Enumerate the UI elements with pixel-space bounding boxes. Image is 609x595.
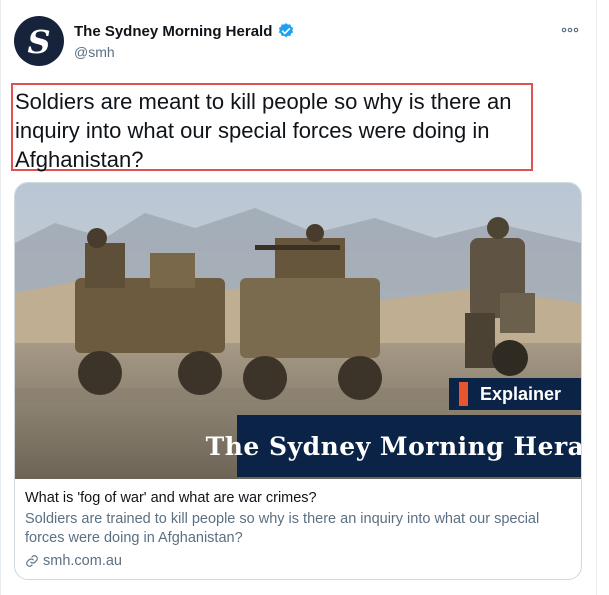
- tweet-author[interactable]: The Sydney Morning Herald @smh: [74, 22, 295, 60]
- card-description: Soldiers are trained to kill people so w…: [25, 511, 540, 546]
- avatar-logo: S: [27, 23, 51, 61]
- card-link[interactable]: smh.com.au: [25, 553, 573, 569]
- brand-banner-text: The Sydney Morning Herald: [205, 431, 582, 461]
- explainer-accent-bar: [459, 382, 468, 406]
- card-domain[interactable]: smh.com.au: [43, 553, 122, 569]
- verified-badge-icon: [279, 23, 294, 38]
- user-handle[interactable]: @smh: [74, 44, 295, 60]
- more-options-icon[interactable]: [561, 24, 579, 36]
- explainer-label: Explainer: [480, 383, 562, 404]
- link-card[interactable]: Explainer The Sydney Morning Herald What…: [14, 182, 582, 580]
- card-title: What is 'fog of war' and what are war cr…: [25, 490, 317, 506]
- tweet-text: Soldiers are meant to kill people so why…: [15, 89, 512, 172]
- display-name[interactable]: The Sydney Morning Herald: [74, 23, 272, 40]
- brand-banner: The Sydney Morning Herald: [206, 415, 581, 477]
- link-icon: [26, 555, 38, 567]
- card-body: What is 'fog of war' and what are war cr…: [25, 489, 573, 569]
- timeline-border-left: [0, 0, 1, 595]
- timeline-border-right: [596, 0, 597, 595]
- avatar[interactable]: S: [14, 16, 64, 66]
- name-row: The Sydney Morning Herald: [74, 22, 295, 40]
- explainer-badge: Explainer: [449, 378, 581, 410]
